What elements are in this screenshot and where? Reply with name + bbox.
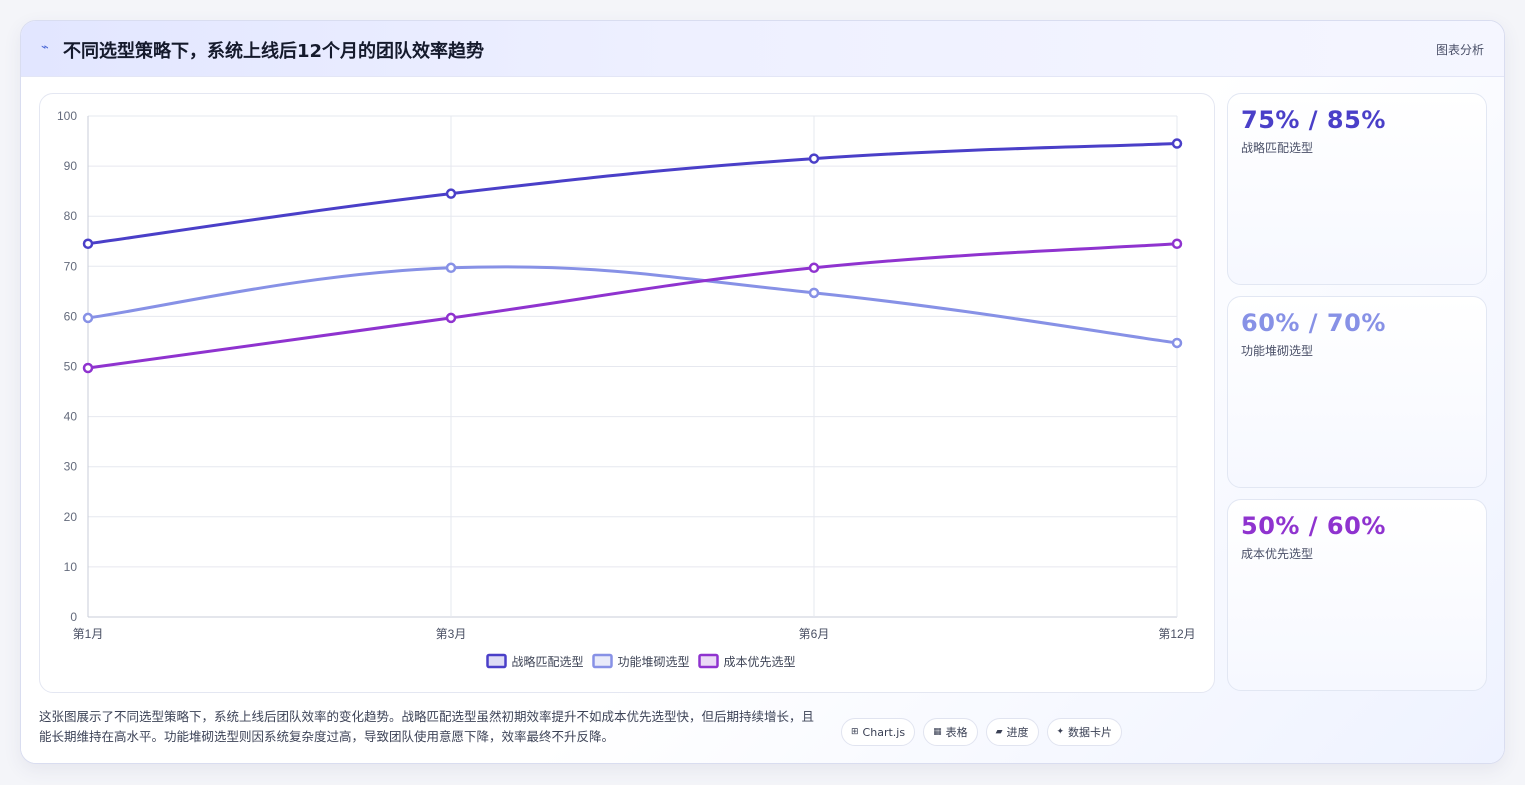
data-point xyxy=(1171,337,1183,349)
card-header: ⌁ 不同选型策略下，系统上线后12个月的团队效率趋势 图表分析 xyxy=(21,21,1504,77)
y-tick-label: 60 xyxy=(64,309,78,323)
data-point xyxy=(1171,238,1183,250)
chart-card: ⌁ 不同选型策略下，系统上线后12个月的团队效率趋势 图表分析 0 10 20 30 4… xyxy=(20,20,1505,764)
data-point xyxy=(808,262,820,274)
chart-icon: ⊞ xyxy=(851,727,859,737)
data-point xyxy=(808,287,820,299)
y-tick-label: 10 xyxy=(64,560,78,574)
x-tick-label: 第6月 xyxy=(799,627,830,641)
x-tick-label: 第12月 xyxy=(1158,627,1195,641)
data-point xyxy=(1171,138,1183,149)
stat-label: 功能堆砌选型 xyxy=(1241,344,1314,358)
chart-panel: 0 10 20 30 40 50 60 70 80 90 100 第1月 第3月 第6月 第12月战略匹配选… xyxy=(39,93,1215,693)
y-tick-label: 40 xyxy=(64,410,78,424)
y-tick-label: 80 xyxy=(64,209,78,223)
data-point xyxy=(445,312,457,324)
tag-list: ⊞ Chart.js ▦ 表格 ▰ 进度 ✦ 数据卡片 xyxy=(841,718,1123,746)
data-point xyxy=(82,238,94,250)
legend-label: 战略匹配选型 xyxy=(512,654,584,669)
tag-table[interactable]: ▦ 表格 xyxy=(923,718,978,746)
series-line-3 xyxy=(86,242,1179,370)
data-point xyxy=(808,153,820,164)
sparkline-icon: ⌁ xyxy=(41,40,49,55)
x-tick-label: 第1月 xyxy=(73,627,104,641)
stat-value: 75% / 85% xyxy=(1241,106,1386,134)
data-point xyxy=(82,312,94,324)
series-line-2 xyxy=(86,265,1179,345)
series-line-1 xyxy=(86,142,1179,246)
y-tick-label: 20 xyxy=(64,510,78,524)
stat-card-cost: 50% / 60% 成本优先选型 xyxy=(1227,499,1487,691)
stat-card-feature: 60% / 70% 功能堆砌选型 xyxy=(1227,296,1487,488)
table-icon: ▦ xyxy=(933,727,942,737)
chart-description: 这张图展示了不同选型策略下，系统上线后团队效率的变化趋势。战略匹配选型虽然初期效… xyxy=(39,709,815,744)
stat-label: 成本优先选型 xyxy=(1241,547,1314,561)
legend-swatch xyxy=(698,653,719,669)
legend-label: 成本优先选型 xyxy=(724,655,796,669)
y-tick-label: 90 xyxy=(64,159,78,173)
stat-value: 60% / 70% xyxy=(1241,309,1386,337)
data-point xyxy=(82,362,94,374)
y-tick-label: 100 xyxy=(57,109,77,123)
progress-icon: ▰ xyxy=(995,727,1003,737)
y-tick-label: 70 xyxy=(64,259,78,273)
page-title: 不同选型策略下，系统上线后12个月的团队效率趋势 xyxy=(63,41,485,62)
stat-label: 战略匹配选型 xyxy=(1241,141,1314,155)
legend-label: 功能堆砌选型 xyxy=(618,655,690,669)
y-tick-label: 0 xyxy=(70,610,77,624)
stat-value: 50% / 60% xyxy=(1241,512,1386,540)
tag-progress[interactable]: ▰ 进度 xyxy=(985,718,1039,746)
x-tick-label: 第3月 xyxy=(436,627,467,641)
data-point xyxy=(445,188,457,199)
tag-chartjs[interactable]: ⊞ Chart.js xyxy=(841,718,916,746)
sparkle-icon: ✦ xyxy=(1056,727,1065,737)
line-chart: 0 10 20 30 40 50 60 70 80 90 100 第1月 第3月 第6月 第12月战略匹配选… xyxy=(57,109,1196,669)
data-point xyxy=(445,262,457,274)
stat-card-strategic: 75% / 85% 战略匹配选型 xyxy=(1227,93,1487,285)
tag-label: 数据卡片 xyxy=(1068,726,1113,739)
tag-data-card[interactable]: ✦ 数据卡片 xyxy=(1046,718,1123,746)
tag-label: 表格 xyxy=(945,726,968,739)
legend-swatch xyxy=(592,653,613,669)
legend-swatch xyxy=(486,653,507,669)
y-tick-label: 50 xyxy=(64,360,78,374)
tag-label: 进度 xyxy=(1006,726,1029,739)
tag-label: Chart.js xyxy=(862,725,906,739)
header-tag: 图表分析 xyxy=(1435,43,1484,57)
y-tick-label: 30 xyxy=(64,460,78,474)
